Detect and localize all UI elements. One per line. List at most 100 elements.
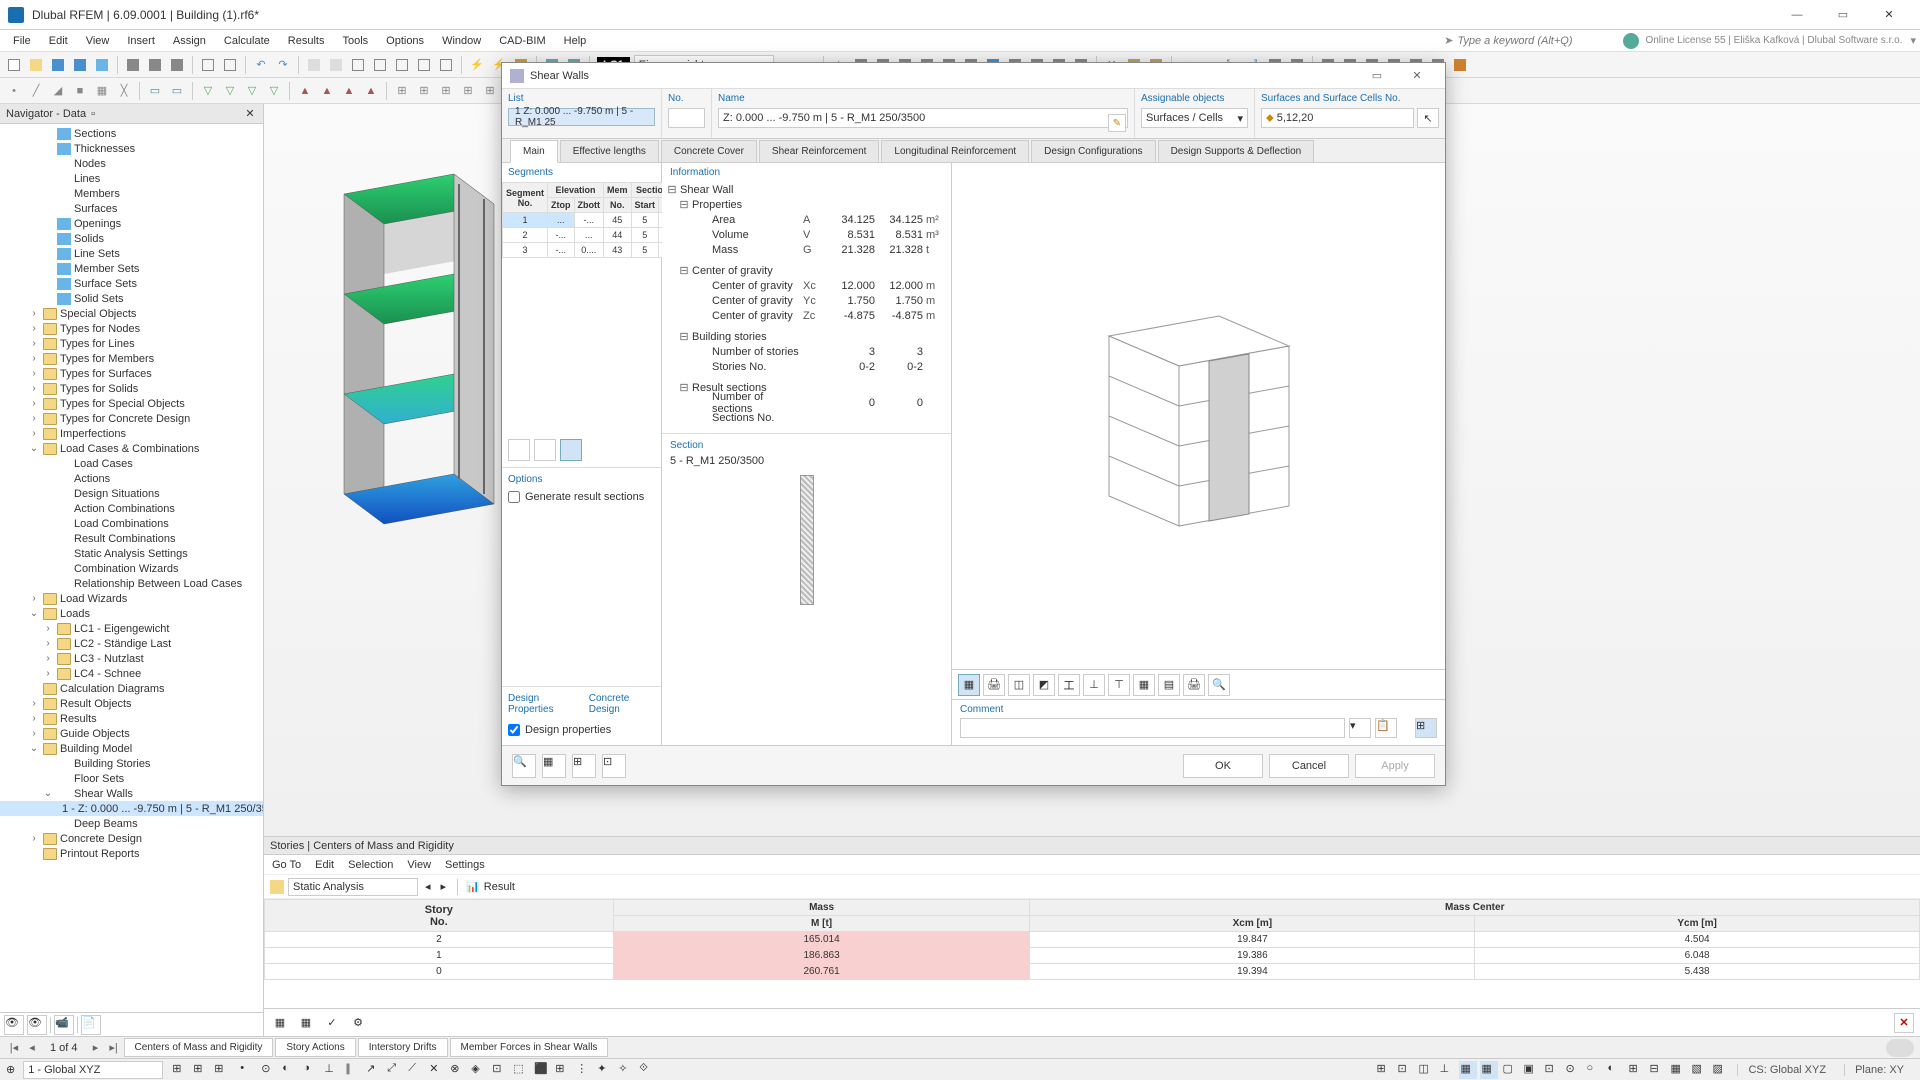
- doc1-button[interactable]: [198, 55, 218, 75]
- user-avatar[interactable]: [1886, 1039, 1914, 1057]
- stories-settings[interactable]: Settings: [445, 859, 485, 871]
- comment-btn2[interactable]: ⊞: [1415, 718, 1437, 738]
- s3[interactable]: ⊞: [213, 1061, 231, 1079]
- stories-edit[interactable]: Edit: [315, 859, 334, 871]
- snap9[interactable]: ⟋: [407, 1061, 425, 1079]
- info-group[interactable]: ⊟Center of gravity: [666, 263, 947, 278]
- menu-window[interactable]: Window: [433, 32, 490, 50]
- tab-drifts[interactable]: Interstory Drifts: [358, 1038, 448, 1057]
- dropdown-icon[interactable]: ▾: [1910, 34, 1916, 47]
- menu-options[interactable]: Options: [377, 32, 433, 50]
- design-props-checkbox[interactable]: Design properties: [508, 724, 655, 736]
- redo-button[interactable]: ↷: [273, 55, 293, 75]
- stories-selection[interactable]: Selection: [348, 859, 393, 871]
- tree-node[interactable]: Openings: [0, 216, 263, 231]
- snap13[interactable]: ⊡: [491, 1061, 509, 1079]
- surfaces-field[interactable]: ⬥5,12,20: [1261, 108, 1414, 128]
- snap2[interactable]: ⊙: [260, 1061, 278, 1079]
- v11[interactable]: ○: [1585, 1061, 1603, 1079]
- save-button[interactable]: [48, 55, 68, 75]
- v15[interactable]: ▦: [1669, 1061, 1687, 1079]
- snap15[interactable]: ⬛: [533, 1061, 551, 1079]
- t2-14[interactable]: ▲: [317, 81, 337, 101]
- tree-node[interactable]: Thicknesses: [0, 141, 263, 156]
- seg-btn-1[interactable]: [508, 439, 530, 461]
- cancel-button[interactable]: Cancel: [1269, 754, 1349, 778]
- tree-node[interactable]: ›Types for Solids: [0, 381, 263, 396]
- snap10[interactable]: ✕: [428, 1061, 446, 1079]
- snap1[interactable]: •: [239, 1061, 257, 1079]
- tree-node[interactable]: Solids: [0, 231, 263, 246]
- stories-goto[interactable]: Go To: [272, 859, 301, 871]
- pv4[interactable]: ◩: [1033, 674, 1055, 696]
- db2[interactable]: ▦: [542, 754, 566, 778]
- tree-node[interactable]: ⌄Loads: [0, 606, 263, 621]
- minimize-button[interactable]: —: [1774, 0, 1820, 30]
- tree-node[interactable]: Member Sets: [0, 261, 263, 276]
- cs-combo[interactable]: [23, 1061, 163, 1079]
- tree-node[interactable]: ›Imperfections: [0, 426, 263, 441]
- t2-21[interactable]: ⊞: [480, 81, 500, 101]
- tab-last[interactable]: ▸|: [106, 1041, 122, 1054]
- s1[interactable]: ⊞: [171, 1061, 189, 1079]
- t2-17[interactable]: ⊞: [392, 81, 412, 101]
- stories-view[interactable]: View: [407, 859, 431, 871]
- snap6[interactable]: ∥: [344, 1061, 362, 1079]
- v10[interactable]: ⊙: [1564, 1061, 1582, 1079]
- tree-node[interactable]: ›Special Objects: [0, 306, 263, 321]
- tree-node[interactable]: Printout Reports: [0, 846, 263, 861]
- menu-results[interactable]: Results: [279, 32, 334, 50]
- snap3[interactable]: ◐: [281, 1061, 299, 1079]
- menu-help[interactable]: Help: [555, 32, 596, 50]
- tree-node[interactable]: ›Types for Lines: [0, 336, 263, 351]
- pv5[interactable]: 工: [1058, 674, 1080, 696]
- tree-node[interactable]: ⌄Load Cases & Combinations: [0, 441, 263, 456]
- tree-node[interactable]: ›Result Objects: [0, 696, 263, 711]
- t2-18[interactable]: ⊞: [414, 81, 434, 101]
- snap5[interactable]: ⊥: [323, 1061, 341, 1079]
- tree-node[interactable]: Surface Sets: [0, 276, 263, 291]
- tree-node[interactable]: ›Concrete Design: [0, 831, 263, 846]
- navigator-tree[interactable]: SectionsThicknessesNodesLinesMembersSurf…: [0, 124, 263, 1012]
- menu-view[interactable]: View: [77, 32, 119, 50]
- v17[interactable]: ▨: [1711, 1061, 1729, 1079]
- tree-node[interactable]: Action Combinations: [0, 501, 263, 516]
- db3[interactable]: ⊞: [572, 754, 596, 778]
- menu-file[interactable]: File: [4, 32, 40, 50]
- comment-btn1[interactable]: 📋: [1375, 718, 1397, 738]
- list-item[interactable]: 1 Z: 0.000 ... -9.750 m | 5 - R_M1 25: [508, 108, 655, 126]
- snap17[interactable]: ⋮: [575, 1061, 593, 1079]
- v3[interactable]: ◫: [1417, 1061, 1435, 1079]
- view6-button[interactable]: [414, 55, 434, 75]
- snap14[interactable]: ⬚: [512, 1061, 530, 1079]
- sb2[interactable]: ▦: [296, 1013, 316, 1033]
- open-button[interactable]: [26, 55, 46, 75]
- pv6[interactable]: ⊥: [1083, 674, 1105, 696]
- menu-edit[interactable]: Edit: [40, 32, 77, 50]
- tree-node[interactable]: Members: [0, 186, 263, 201]
- menu-tools[interactable]: Tools: [333, 32, 377, 50]
- t2-2[interactable]: ╱: [26, 81, 46, 101]
- v13[interactable]: ⊞: [1627, 1061, 1645, 1079]
- tab-design-config[interactable]: Design Configurations: [1031, 140, 1155, 162]
- t2-4[interactable]: ■: [70, 81, 90, 101]
- tree-node[interactable]: 1 - Z: 0.000 ... -9.750 m | 5 - R_M1 250…: [0, 801, 263, 816]
- tree-node[interactable]: ›Types for Members: [0, 351, 263, 366]
- tab-cover[interactable]: Concrete Cover: [661, 140, 757, 162]
- info-group[interactable]: ⊟Properties: [666, 197, 947, 212]
- pv9[interactable]: ▤: [1158, 674, 1180, 696]
- v12[interactable]: ◐: [1606, 1061, 1624, 1079]
- v1[interactable]: ⊞: [1375, 1061, 1393, 1079]
- tab-member-forces[interactable]: Member Forces in Shear Walls: [450, 1038, 609, 1057]
- t2-6[interactable]: ╳: [114, 81, 134, 101]
- snap8[interactable]: ⤢: [386, 1061, 404, 1079]
- pin-icon[interactable]: ▫: [86, 108, 100, 120]
- close-button[interactable]: ✕: [1866, 0, 1912, 30]
- tree-node[interactable]: ›Types for Special Objects: [0, 396, 263, 411]
- dialog-maximize[interactable]: ▭: [1357, 69, 1397, 82]
- name-field[interactable]: Z: 0.000 ... -9.750 m | 5 - R_M1 250/350…: [718, 108, 1128, 128]
- stories-grid[interactable]: StoryNo. Mass Mass Center M [t] Xcm [m] …: [264, 899, 1920, 1008]
- doc2-button[interactable]: [220, 55, 240, 75]
- view3-button[interactable]: [348, 55, 368, 75]
- print-button[interactable]: [123, 55, 143, 75]
